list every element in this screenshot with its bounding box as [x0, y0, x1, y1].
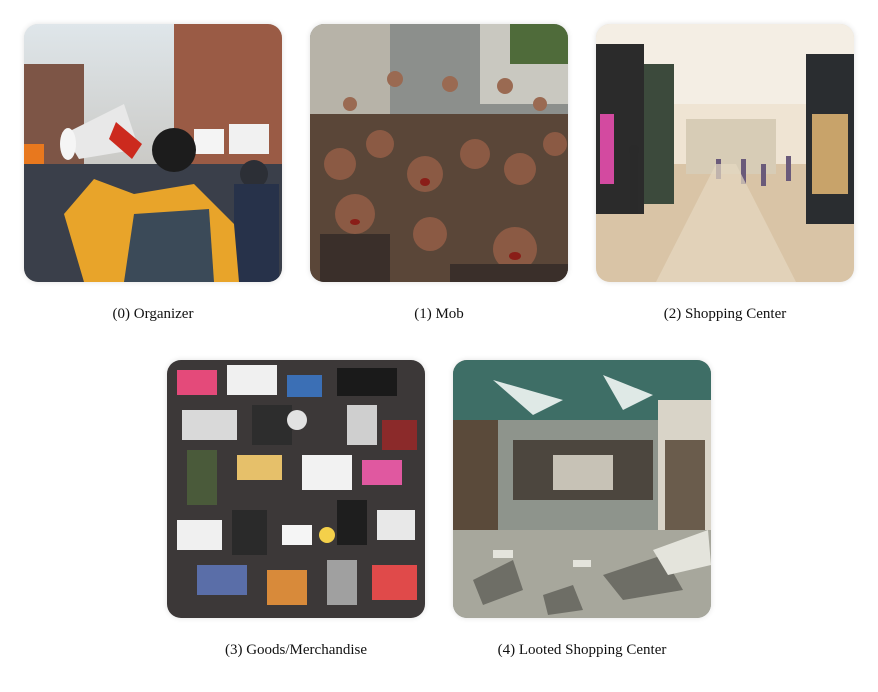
shopping-center-image — [596, 24, 854, 282]
image-card-organizer — [24, 24, 282, 282]
organizer-image — [24, 24, 282, 282]
caption-looted-shopping-center: (4) Looted Shopping Center — [497, 642, 667, 658]
image-card-shopping-center — [596, 24, 854, 282]
caption-shopping-center: (2) Shopping Center — [663, 306, 787, 322]
caption-goods-merchandise: (3) Goods/Merchandise — [224, 642, 368, 658]
image-card-goods-merchandise — [167, 360, 425, 618]
mob-image — [310, 24, 568, 282]
looted-shopping-center-image — [453, 360, 711, 618]
image-card-mob — [310, 24, 568, 282]
goods-merchandise-image — [167, 360, 425, 618]
caption-mob: (1) Mob — [414, 306, 464, 322]
image-card-looted-shopping-center — [453, 360, 711, 618]
caption-organizer: (0) Organizer — [112, 306, 194, 322]
